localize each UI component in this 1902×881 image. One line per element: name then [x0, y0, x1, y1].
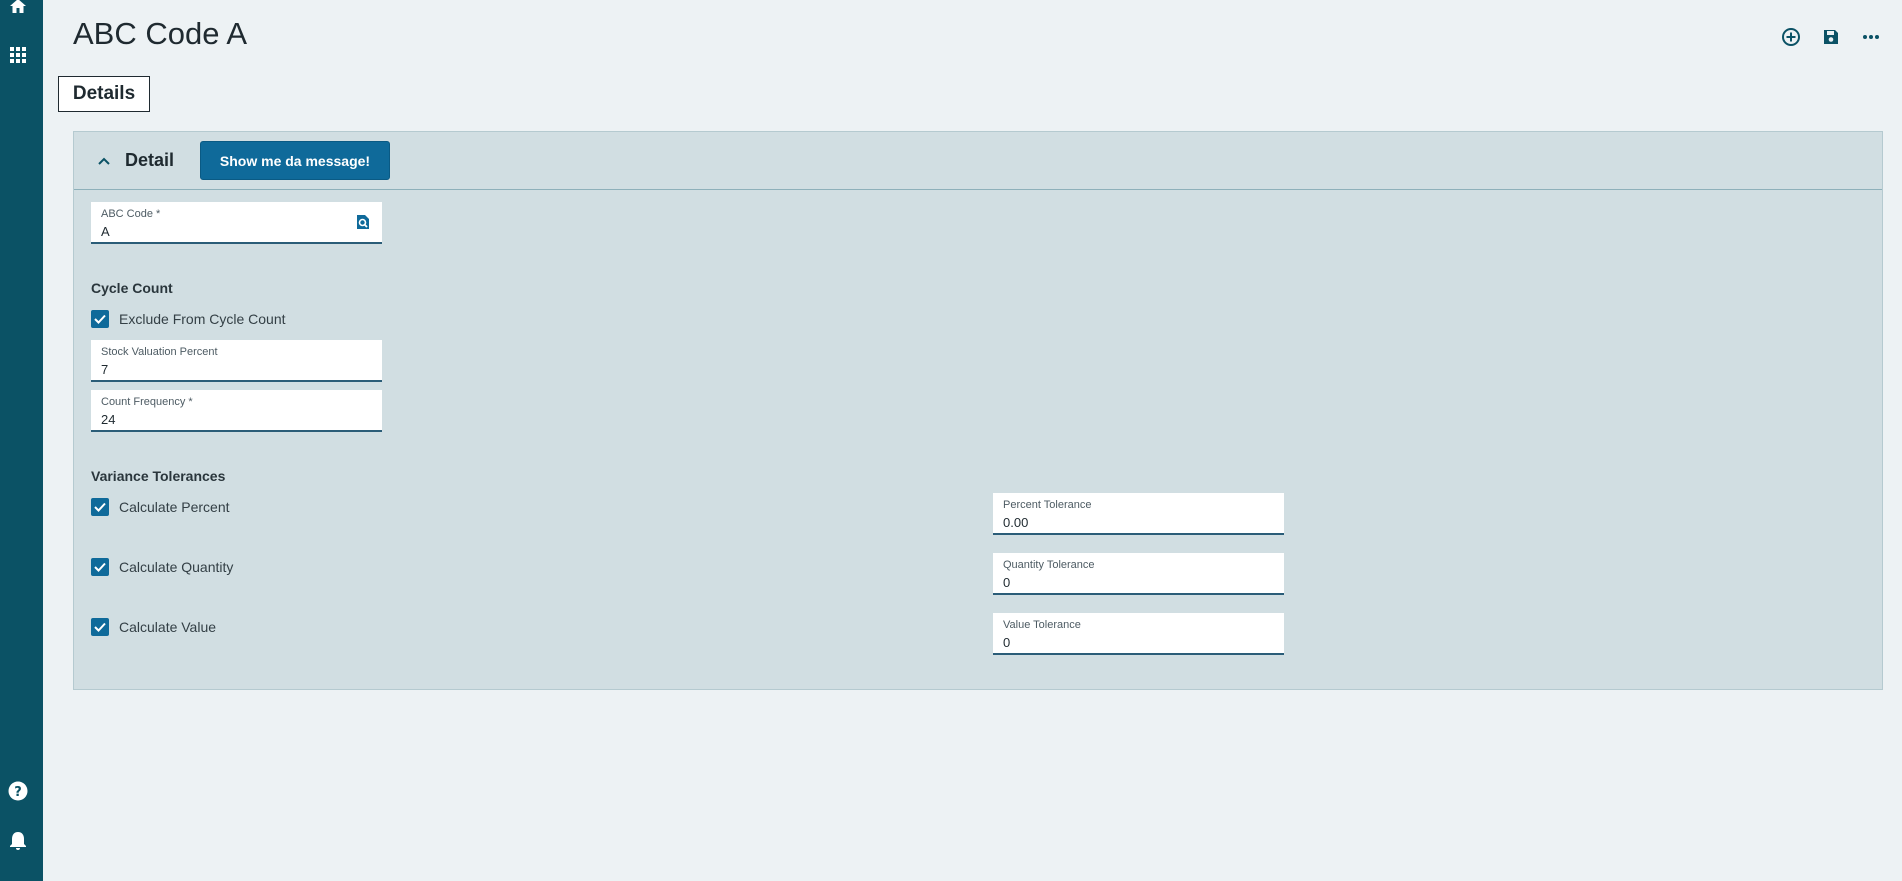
page-toolbar [1780, 26, 1882, 48]
page-title: ABC Code A [73, 16, 248, 51]
notifications-icon[interactable] [7, 830, 29, 852]
checkmark-icon[interactable] [91, 558, 109, 576]
value-tolerance-label: Value Tolerance [1003, 619, 1081, 631]
count-frequency-field[interactable]: Count Frequency * 24 [91, 390, 382, 432]
calculate-quantity-checkbox[interactable]: Calculate Quantity [91, 558, 233, 576]
left-nav-rail: ? [0, 0, 43, 881]
stock-valuation-percent-field[interactable]: Stock Valuation Percent 7 [91, 340, 382, 382]
search-lookup-icon[interactable] [355, 214, 371, 230]
calculate-percent-checkbox[interactable]: Calculate Percent [91, 498, 230, 516]
detail-panel: Detail Show me da message! ABC Code * A … [73, 131, 1883, 690]
cycle-count-heading: Cycle Count [91, 280, 173, 296]
calculate-value-label: Calculate Value [119, 619, 217, 635]
variance-tolerances-heading: Variance Tolerances [91, 468, 226, 484]
calculate-value-checkbox[interactable]: Calculate Value [91, 618, 216, 636]
tab-details[interactable]: Details [58, 76, 150, 112]
abc-code-field[interactable]: ABC Code * A [91, 202, 382, 244]
value-tolerance-value: 0 [1003, 635, 1011, 650]
more-icon[interactable] [1860, 26, 1882, 48]
quantity-tolerance-value: 0 [1003, 575, 1011, 590]
checkmark-icon[interactable] [91, 618, 109, 636]
percent-tolerance-label: Percent Tolerance [1003, 499, 1092, 511]
quantity-tolerance-field[interactable]: Quantity Tolerance 0 [993, 553, 1284, 595]
checkmark-icon[interactable] [91, 498, 109, 516]
count-frequency-label: Count Frequency * [101, 396, 193, 408]
calculate-quantity-label: Calculate Quantity [119, 559, 234, 575]
quantity-tolerance-label: Quantity Tolerance [1003, 559, 1095, 571]
percent-tolerance-field[interactable]: Percent Tolerance 0.00 [993, 493, 1284, 535]
save-icon[interactable] [1820, 26, 1842, 48]
count-frequency-value: 24 [101, 412, 116, 427]
checkmark-icon[interactable] [91, 310, 109, 328]
svg-text:?: ? [14, 785, 22, 800]
panel-title: Detail [125, 150, 175, 170]
add-circle-icon[interactable] [1780, 26, 1802, 48]
exclude-cycle-count-label: Exclude From Cycle Count [119, 311, 286, 327]
stock-valuation-percent-value: 7 [101, 362, 109, 377]
abc-code-label: ABC Code * [101, 208, 161, 220]
percent-tolerance-value: 0.00 [1003, 515, 1029, 530]
show-message-button[interactable]: Show me da message! [200, 141, 390, 180]
stock-valuation-percent-label: Stock Valuation Percent [101, 346, 218, 358]
abc-code-value: A [101, 224, 110, 239]
help-icon[interactable]: ? [7, 780, 29, 802]
apps-grid-icon[interactable] [7, 44, 29, 66]
value-tolerance-field[interactable]: Value Tolerance 0 [993, 613, 1284, 655]
exclude-cycle-count-checkbox[interactable]: Exclude From Cycle Count [91, 310, 286, 328]
calculate-percent-label: Calculate Percent [119, 499, 230, 515]
home-icon[interactable] [7, 0, 29, 17]
detail-panel-header: Detail Show me da message! [74, 132, 1882, 190]
chevron-up-icon[interactable] [94, 151, 114, 171]
